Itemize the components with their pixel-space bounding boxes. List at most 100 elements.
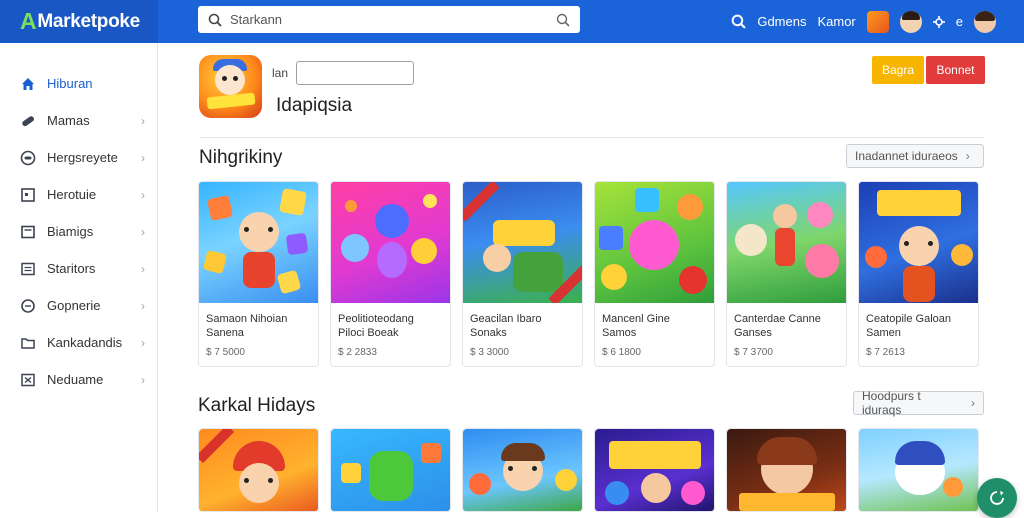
game-card[interactable] [198,428,319,512]
sidebar-item-mamas[interactable]: Mamas › [0,102,157,139]
circle-icon [19,297,37,315]
game-card[interactable] [858,428,979,512]
game-price: $ 2 2833 [338,347,377,358]
bonnet-button[interactable]: Bonnet [926,56,985,84]
game-name: Geacilan Ibaro Sonaks [470,313,542,339]
app-icon [199,55,262,118]
see-more-button[interactable]: Hoodpurs t iduraqs › [853,389,984,417]
chevron-right-icon: › [971,396,975,410]
chat-fab-button[interactable] [977,478,1017,518]
game-name: Peolitioteodang Piloci Boeak [338,313,414,339]
user-avatar[interactable] [899,10,922,33]
game-card[interactable]: Ceatopile Galoan Samen $ 7 2613 [858,181,979,367]
grid-icon [19,260,37,278]
sidebar-item-kankadandis[interactable]: Kankadandis › [0,324,157,361]
sidebar-item-label: Staritors [47,261,96,276]
settings-icon[interactable] [932,15,945,28]
game-thumbnail [727,429,846,511]
game-thumbnail [463,429,582,511]
sidebar-item-label: Hiburan [47,76,93,91]
brand-logo-letter: A [20,8,37,34]
section-title-nihgrikiny: Nihgrikiny [199,147,283,168]
game-card[interactable]: Canterdae Canne Ganses $ 7 3700 [726,181,847,367]
sidebar-item-label: Mamas [47,113,90,128]
lan-input[interactable] [296,61,414,85]
game-avatar[interactable] [866,10,889,33]
crossed-square-icon [19,371,37,389]
game-thumbnail [463,182,582,303]
chevron-right-icon: › [965,149,970,163]
game-thumbnail [595,182,714,303]
sidebar-item-label: Neduame [47,372,104,387]
top-right-menu: Gdmens Kamor e [731,0,996,43]
sidebar-item-hergsreyete[interactable]: Hergsreyete › [0,139,157,176]
top-bar: AMarketpoke Gdmens Kamor e [0,0,1024,43]
search-bar [198,6,580,33]
sidebar-item-hiburan[interactable]: Hiburan [0,65,157,102]
brand-logo[interactable]: A Marketpoke [0,0,158,43]
pill-icon [19,112,37,130]
gamepad-icon [19,149,37,167]
game-thumbnail [595,429,714,511]
search-input[interactable] [230,9,556,30]
sidebar-item-label: Herotuie [47,187,97,202]
chevron-right-icon: › [141,335,145,350]
game-card[interactable]: Mancenl Gine Samos $ 6 1800 [594,181,715,367]
game-thumbnail [859,182,978,303]
section-title-karkal-hidays: Karkal Hidays [198,395,316,416]
sidebar-item-staritors[interactable]: Staritors › [0,250,157,287]
app-icon-face [215,65,245,95]
bagra-button[interactable]: Bagra [872,56,924,84]
game-thumbnail [331,182,450,303]
sidebar-item-gopnerie[interactable]: Gopnerie › [0,287,157,324]
chevron-right-icon: › [141,261,145,276]
sidebar: Hiburan Mamas › Hergsreyete › Herotuie ›… [0,43,158,512]
see-more-label: Inadannet iduraeos [855,149,958,163]
search-icon [208,13,222,27]
game-name: Ceatopile Galoan Samen [866,313,952,339]
profile-avatar[interactable] [974,10,996,33]
search-submit-icon[interactable] [556,13,570,27]
chevron-right-icon: › [141,224,145,239]
app-icon-banner [206,92,256,110]
game-card[interactable]: Peolitioteodang Piloci Boeak $ 2 2833 [330,181,451,367]
search-icon[interactable] [731,14,747,29]
game-name: Mancenl Gine Samos [602,313,670,339]
chevron-right-icon: › [141,187,145,202]
see-more-button[interactable]: Inadannet iduraeos › [846,144,984,168]
game-price: $ 7 5000 [206,347,245,358]
main-content: lan Idapiqsia Bagra Bonnet Nihgrikiny In… [158,43,1024,512]
sidebar-item-label: Gopnerie [47,298,101,313]
game-card[interactable] [594,428,715,512]
game-name: Samaon Nihoian Sanena [206,313,288,339]
top-link-3[interactable]: e [956,14,963,29]
sidebar-item-label: Hergsreyete [47,150,118,165]
sidebar-item-biamigs[interactable]: Biamigs › [0,213,157,250]
game-thumbnail [199,182,318,303]
sidebar-item-neduame[interactable]: Neduame › [0,361,157,398]
top-link-1[interactable]: Gdmens [757,14,806,29]
game-thumbnail [199,429,318,511]
chevron-right-icon: › [141,150,145,165]
game-price: $ 7 2613 [866,347,905,358]
game-price: $ 7 3700 [734,347,773,358]
chevron-right-icon: › [141,113,145,128]
game-row [198,428,979,512]
home-icon [19,75,37,93]
game-card[interactable] [726,428,847,512]
game-thumbnail [859,429,978,511]
game-card[interactable] [462,428,583,512]
sidebar-item-herotuie[interactable]: Herotuie › [0,176,157,213]
refresh-icon [990,491,1004,505]
game-card[interactable] [330,428,451,512]
see-more-label: Hoodpurs t iduraqs [862,389,921,417]
divider [199,137,985,138]
game-card[interactable]: Geacilan Ibaro Sonaks $ 3 3000 [462,181,583,367]
game-card[interactable]: Samaon Nihoian Sanena $ 7 5000 [198,181,319,367]
chevron-right-icon: › [141,372,145,387]
game-price: $ 3 3000 [470,347,509,358]
top-link-2[interactable]: Kamor [817,14,855,29]
game-thumbnail [331,429,450,511]
game-name: Canterdae Canne Ganses [734,313,821,339]
page-title: Idapiqsia [276,95,353,116]
